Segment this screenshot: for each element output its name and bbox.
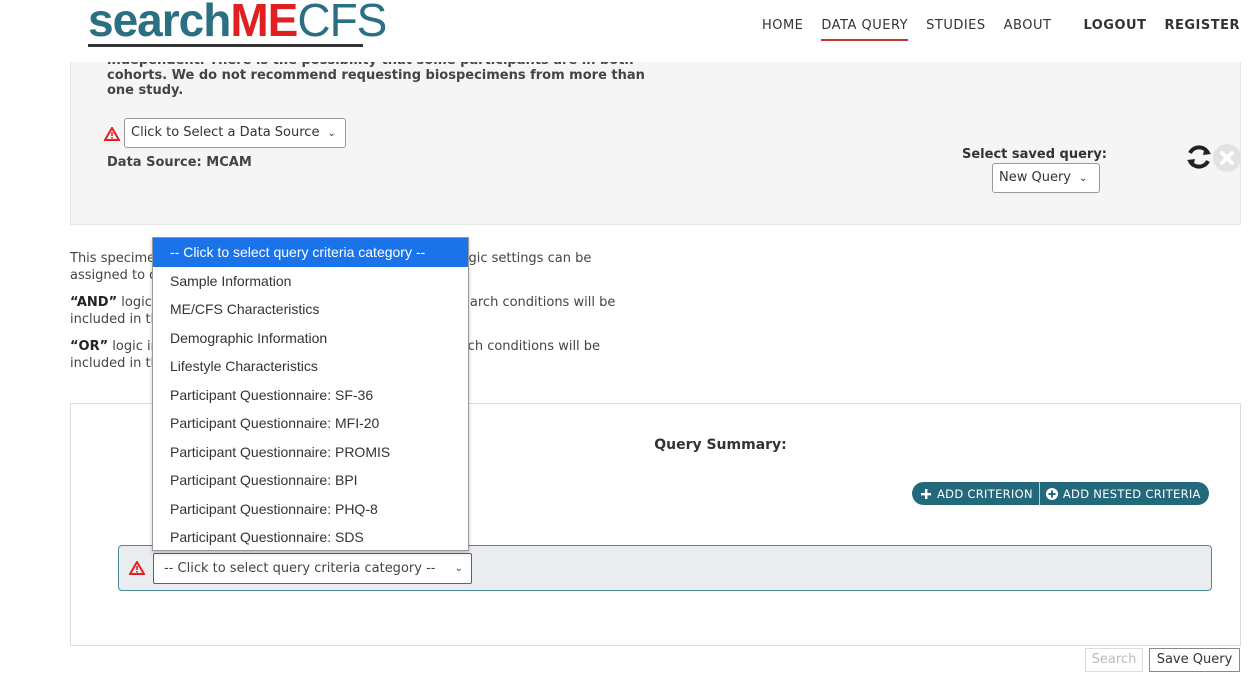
nav-logout[interactable]: LOGOUT (1083, 18, 1146, 41)
plus-circle-icon (1045, 487, 1058, 500)
save-query-button[interactable]: Save Query (1149, 648, 1240, 672)
add-criterion-button[interactable]: ADD CRITERION (920, 487, 1033, 501)
add-nested-criteria-button[interactable]: ADD NESTED CRITERIA (1045, 486, 1201, 501)
chevron-down-icon: ⌄ (327, 128, 336, 139)
add-criterion-label: ADD CRITERION (937, 486, 1033, 501)
dropdown-option[interactable]: -- Click to select query criteria catego… (153, 238, 468, 267)
search-button[interactable]: Search (1085, 648, 1143, 672)
nav-home[interactable]: HOME (762, 18, 803, 41)
criterion-row: -- Click to select query criteria catego… (118, 545, 1212, 591)
warning-icon (104, 127, 120, 145)
data-source-label: Data Source: MCAM (107, 155, 252, 170)
saved-query-label: Select saved query: (962, 147, 1107, 162)
dropdown-option[interactable]: Demographic Information (153, 324, 468, 353)
data-source-select[interactable]: Click to Select a Data Source ⌄ (124, 118, 346, 148)
site-logo[interactable]: searchMECFS (88, 0, 387, 46)
criteria-category-select-value: -- Click to select query criteria catego… (164, 561, 436, 576)
dropdown-option[interactable]: Participant Questionnaire: PROMIS (153, 438, 468, 467)
data-source-select-value: Click to Select a Data Source (131, 125, 320, 140)
nav-about[interactable]: ABOUT (1004, 18, 1052, 41)
chevron-down-icon: ⌄ (1079, 173, 1088, 184)
criteria-category-select[interactable]: -- Click to select query criteria catego… (153, 553, 472, 584)
nav-studies[interactable]: STUDIES (926, 18, 986, 41)
dropdown-option[interactable]: Participant Questionnaire: SF-36 (153, 381, 468, 410)
saved-query-select[interactable]: New Query ⌄ (992, 163, 1100, 193)
chevron-down-icon: ⌄ (454, 563, 463, 574)
dropdown-option[interactable]: Lifestyle Characteristics (153, 352, 468, 381)
dropdown-option[interactable]: Participant Questionnaire: MFI-20 (153, 409, 468, 438)
top-navbar: searchMECFS HOME DATA QUERY STUDIES ABOU… (0, 0, 1250, 62)
warning-icon (129, 561, 145, 579)
main-nav: HOME DATA QUERY STUDIES ABOUT LOGOUT REG… (744, 18, 1240, 41)
logo-underline (88, 44, 363, 47)
nav-register[interactable]: REGISTER (1164, 18, 1240, 41)
logo-text-cfs: CFS (297, 0, 387, 46)
nav-data-query[interactable]: DATA QUERY (821, 18, 908, 41)
refresh-icon[interactable] (1184, 142, 1214, 172)
clear-query-icon[interactable] (1213, 144, 1241, 172)
and-label: “AND” (70, 295, 118, 310)
add-criteria-bar: ADD CRITERION ADD NESTED CRITERIA (912, 482, 1209, 505)
plus-icon (921, 488, 931, 499)
dropdown-option[interactable]: Participant Questionnaire: SDS (153, 523, 468, 552)
data-source-panel: independent. There is the possibility th… (70, 52, 1241, 225)
add-nested-criteria-label: ADD NESTED CRITERIA (1062, 486, 1201, 501)
logo-text-me: ME (230, 0, 298, 46)
logo-text-search: search (88, 0, 231, 46)
or-label: “OR” (70, 339, 109, 354)
button-divider (1038, 482, 1040, 505)
criteria-category-dropdown: -- Click to select query criteria catego… (152, 237, 469, 551)
saved-query-select-value: New Query (999, 170, 1071, 185)
dropdown-option[interactable]: Participant Questionnaire: PHQ-8 (153, 495, 468, 524)
dropdown-option[interactable]: Participant Questionnaire: BPI (153, 466, 468, 495)
dropdown-option[interactable]: ME/CFS Characteristics (153, 295, 468, 324)
dropdown-option[interactable]: Sample Information (153, 267, 468, 296)
